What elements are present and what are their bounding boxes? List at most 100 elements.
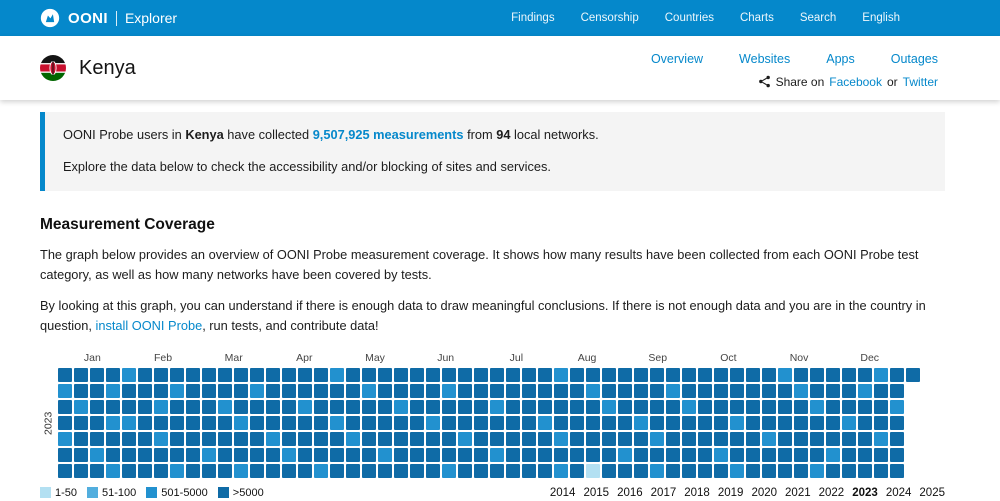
- heatmap-cell[interactable]: [426, 447, 440, 462]
- heatmap-cell[interactable]: [250, 431, 264, 446]
- heatmap-cell[interactable]: [874, 431, 888, 446]
- heatmap-cell[interactable]: [250, 383, 264, 398]
- heatmap-cell[interactable]: [170, 367, 184, 382]
- heatmap-cell[interactable]: [762, 367, 776, 382]
- heatmap-cell[interactable]: [762, 431, 776, 446]
- nav-search[interactable]: Search: [800, 12, 836, 24]
- heatmap-cell[interactable]: [618, 431, 632, 446]
- heatmap-cell[interactable]: [826, 447, 840, 462]
- year-link-2021[interactable]: 2021: [785, 487, 811, 499]
- nav-censorship[interactable]: Censorship: [581, 12, 639, 24]
- heatmap-cell[interactable]: [250, 463, 264, 478]
- heatmap-cell[interactable]: [410, 367, 424, 382]
- heatmap-cell[interactable]: [154, 399, 168, 414]
- heatmap-cell[interactable]: [522, 383, 536, 398]
- heatmap-cell[interactable]: [154, 431, 168, 446]
- heatmap-cell[interactable]: [650, 415, 664, 430]
- heatmap-cell[interactable]: [522, 463, 536, 478]
- heatmap-cell[interactable]: [586, 367, 600, 382]
- heatmap-cell[interactable]: [794, 383, 808, 398]
- nav-findings[interactable]: Findings: [511, 12, 554, 24]
- heatmap-cell[interactable]: [442, 463, 456, 478]
- heatmap-cell[interactable]: [170, 447, 184, 462]
- heatmap-cell[interactable]: [650, 463, 664, 478]
- heatmap-cell[interactable]: [282, 383, 296, 398]
- heatmap-cell[interactable]: [538, 431, 552, 446]
- heatmap-cell[interactable]: [362, 431, 376, 446]
- heatmap-cell[interactable]: [330, 415, 344, 430]
- heatmap-cell[interactable]: [874, 399, 888, 414]
- heatmap-cell[interactable]: [298, 415, 312, 430]
- heatmap-cell[interactable]: [714, 447, 728, 462]
- heatmap-cell[interactable]: [442, 399, 456, 414]
- heatmap-cell[interactable]: [746, 367, 760, 382]
- heatmap-cell[interactable]: [714, 399, 728, 414]
- heatmap-cell[interactable]: [890, 399, 904, 414]
- heatmap-cell[interactable]: [218, 383, 232, 398]
- heatmap-cell[interactable]: [106, 383, 120, 398]
- heatmap-cell[interactable]: [586, 415, 600, 430]
- heatmap-cell[interactable]: [378, 399, 392, 414]
- heatmap-cell[interactable]: [74, 415, 88, 430]
- heatmap-cell[interactable]: [554, 447, 568, 462]
- heatmap-cell[interactable]: [570, 431, 584, 446]
- heatmap-cell[interactable]: [330, 383, 344, 398]
- tab-apps[interactable]: Apps: [826, 52, 855, 66]
- heatmap-cell[interactable]: [842, 399, 856, 414]
- heatmap-cell[interactable]: [154, 463, 168, 478]
- heatmap-cell[interactable]: [698, 383, 712, 398]
- heatmap-cell[interactable]: [218, 399, 232, 414]
- heatmap-cell[interactable]: [618, 383, 632, 398]
- heatmap-cell[interactable]: [682, 431, 696, 446]
- heatmap-cell[interactable]: [474, 367, 488, 382]
- heatmap-cell[interactable]: [202, 463, 216, 478]
- heatmap-cell[interactable]: [266, 415, 280, 430]
- heatmap-cell[interactable]: [538, 463, 552, 478]
- heatmap-cell[interactable]: [138, 399, 152, 414]
- heatmap-cell[interactable]: [522, 367, 536, 382]
- heatmap-cell[interactable]: [858, 447, 872, 462]
- heatmap-cell[interactable]: [58, 415, 72, 430]
- heatmap-cell[interactable]: [490, 399, 504, 414]
- heatmap-cell[interactable]: [874, 447, 888, 462]
- heatmap-cell[interactable]: [106, 463, 120, 478]
- heatmap-cell[interactable]: [506, 463, 520, 478]
- heatmap-cell[interactable]: [506, 447, 520, 462]
- heatmap-cell[interactable]: [90, 447, 104, 462]
- heatmap-cell[interactable]: [298, 463, 312, 478]
- year-link-2020[interactable]: 2020: [751, 487, 777, 499]
- heatmap-cell[interactable]: [666, 431, 680, 446]
- heatmap-cell[interactable]: [538, 383, 552, 398]
- heatmap-cell[interactable]: [122, 383, 136, 398]
- heatmap-cell[interactable]: [810, 399, 824, 414]
- heatmap-cell[interactable]: [170, 415, 184, 430]
- heatmap-cell[interactable]: [650, 367, 664, 382]
- heatmap-cell[interactable]: [522, 431, 536, 446]
- heatmap-cell[interactable]: [538, 415, 552, 430]
- heatmap-cell[interactable]: [730, 367, 744, 382]
- heatmap-cell[interactable]: [762, 415, 776, 430]
- heatmap-cell[interactable]: [522, 415, 536, 430]
- install-ooni-probe-link[interactable]: install OONI Probe: [96, 318, 203, 333]
- heatmap-cell[interactable]: [154, 383, 168, 398]
- heatmap-cell[interactable]: [538, 399, 552, 414]
- heatmap-cell[interactable]: [250, 367, 264, 382]
- year-link-2015[interactable]: 2015: [583, 487, 609, 499]
- heatmap-cell[interactable]: [138, 415, 152, 430]
- year-link-2024[interactable]: 2024: [886, 487, 912, 499]
- heatmap-cell[interactable]: [490, 367, 504, 382]
- heatmap-cell[interactable]: [122, 415, 136, 430]
- heatmap-cell[interactable]: [602, 399, 616, 414]
- heatmap-cell[interactable]: [58, 463, 72, 478]
- heatmap-cell[interactable]: [410, 383, 424, 398]
- heatmap-cell[interactable]: [506, 415, 520, 430]
- heatmap-cell[interactable]: [554, 431, 568, 446]
- heatmap-cell[interactable]: [426, 399, 440, 414]
- heatmap-cell[interactable]: [90, 431, 104, 446]
- heatmap-cell[interactable]: [442, 415, 456, 430]
- heatmap-cell[interactable]: [314, 383, 328, 398]
- heatmap-cell[interactable]: [218, 447, 232, 462]
- heatmap-cell[interactable]: [842, 463, 856, 478]
- heatmap-cell[interactable]: [826, 383, 840, 398]
- heatmap-cell[interactable]: [122, 367, 136, 382]
